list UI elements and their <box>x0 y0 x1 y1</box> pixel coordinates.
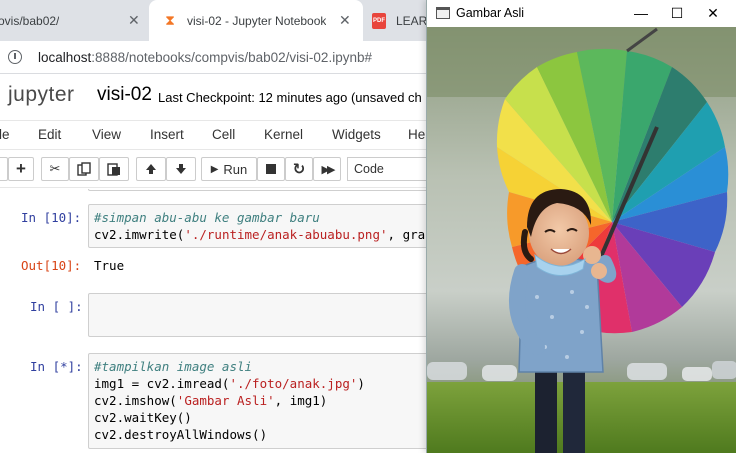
close-icon[interactable]: ✕ <box>339 12 351 29</box>
restart-icon: ↻ <box>292 161 306 178</box>
info-icon[interactable] <box>8 50 22 64</box>
run-button[interactable]: ▶ Run <box>201 157 257 181</box>
stop-icon <box>266 164 276 174</box>
menu-kernel[interactable]: Kernel <box>264 127 303 142</box>
code-text: ) <box>357 376 365 391</box>
cell-type-select[interactable]: Code <box>347 157 437 181</box>
displayed-photo <box>427 27 736 453</box>
scissors-icon: ✂ <box>49 161 61 176</box>
notebook-title[interactable]: visi-02 <box>97 84 152 106</box>
window-title: Gambar Asli <box>456 6 525 20</box>
hourglass-icon: ⧗ <box>165 12 175 28</box>
code-text: img1 = cv2.imread( <box>94 376 230 391</box>
input-prompt: In [ ]: <box>30 299 83 314</box>
tab-label: visi-02 - Jupyter Notebook <box>187 13 327 28</box>
code-text: cv2.destroyAllWindows() <box>94 427 268 442</box>
menu-file[interactable]: le <box>0 127 10 142</box>
code-editor[interactable]: #simpan abu-abu ke gambar baru cv2.imwri… <box>89 205 430 247</box>
code-editor[interactable]: #tampilkan image asli img1 = cv2.imread(… <box>89 354 430 447</box>
code-text: cv2.imwrite( <box>94 227 185 242</box>
code-comment: #tampilkan image asli <box>94 359 253 374</box>
paste-button[interactable] <box>99 157 129 181</box>
code-comment: #simpan abu-abu ke gambar baru <box>94 210 320 225</box>
restart-run-all-button[interactable]: ▶▶ <box>313 157 341 181</box>
cut-button[interactable]: ✂ <box>41 157 69 181</box>
save-button[interactable] <box>0 157 8 181</box>
insert-cell-button[interactable]: + <box>8 157 34 181</box>
play-icon: ▶ <box>210 163 219 175</box>
close-button[interactable]: ✕ <box>695 2 731 24</box>
copy-icon <box>77 162 91 176</box>
code-cell-empty[interactable] <box>88 293 430 337</box>
menu-widgets[interactable]: Widgets <box>332 127 381 142</box>
code-text: cv2.waitKey() <box>94 410 192 425</box>
image-window-titlebar[interactable]: Gambar Asli — ☐ ✕ <box>427 0 736 27</box>
menu-help[interactable]: He <box>408 127 425 142</box>
code-string: './foto/anak.jpg' <box>229 376 358 391</box>
menu-view[interactable]: View <box>92 127 121 142</box>
menu-insert[interactable]: Insert <box>150 127 184 142</box>
pdf-icon: PDF <box>372 12 386 29</box>
code-cell[interactable]: #simpan abu-abu ke gambar baru cv2.imwri… <box>88 204 430 248</box>
interrupt-kernel-button[interactable] <box>257 157 285 181</box>
window-icon <box>436 7 450 19</box>
code-string: 'Gambar Asli' <box>176 393 275 408</box>
input-prompt: In [10]: <box>21 210 82 225</box>
fast-forward-icon: ▶▶ <box>321 163 336 176</box>
move-down-button[interactable] <box>166 157 196 181</box>
url-text[interactable]: localhost:8888/notebooks/compvis/bab02/v… <box>38 50 372 65</box>
checkpoint-status: Last Checkpoint: 12 minutes ago (unsaved… <box>158 90 422 105</box>
move-up-button[interactable] <box>136 157 166 181</box>
minimize-button[interactable]: — <box>623 2 659 24</box>
menu-cell[interactable]: Cell <box>212 127 235 142</box>
code-string: './runtime/anak-abuabu.png' <box>184 227 388 242</box>
copy-button[interactable] <box>69 157 99 181</box>
url-path: :8888/notebooks/compvis/bab02/visi-02.ip… <box>91 50 372 65</box>
tab-label: ovis/bab02/ <box>0 13 60 28</box>
plus-icon: + <box>16 159 26 178</box>
code-text: cv2.imshow( <box>94 393 177 408</box>
restart-kernel-button[interactable]: ↻ <box>285 157 313 181</box>
maximize-button[interactable]: ☐ <box>659 2 695 24</box>
code-text: , img1) <box>274 393 328 408</box>
browser-tab-bab02[interactable]: ovis/bab02/ ✕ <box>0 0 148 41</box>
image-window[interactable]: Gambar Asli — ☐ ✕ <box>426 0 736 453</box>
url-host: localhost <box>38 50 92 65</box>
code-text: , gra <box>387 227 426 242</box>
notebook-area: In [10]: #simpan abu-abu ke gambar baru … <box>0 189 430 453</box>
close-icon[interactable]: ✕ <box>128 12 140 29</box>
output-prompt: Out[10]: <box>21 258 82 273</box>
arrow-up-icon <box>146 164 156 174</box>
code-cell[interactable]: #tampilkan image asli img1 = cv2.imread(… <box>88 353 430 449</box>
arrow-down-icon <box>176 164 186 174</box>
menu-edit[interactable]: Edit <box>38 127 61 142</box>
input-prompt: In [*]: <box>30 359 83 374</box>
jupyter-logo[interactable]: jupyter <box>8 83 75 107</box>
run-label: Run <box>223 161 248 177</box>
cell-output: True <box>94 258 125 273</box>
browser-tab-notebook[interactable]: ⧗ visi-02 - Jupyter Notebook ✕ <box>149 0 363 41</box>
paste-icon <box>107 163 120 176</box>
previous-cell-fragment <box>88 189 430 191</box>
